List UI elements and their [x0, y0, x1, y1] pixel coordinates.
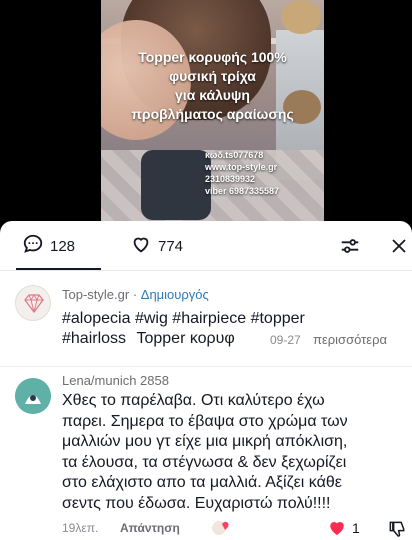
- comment-like-button[interactable]: 1: [328, 519, 360, 536]
- caption-hashtags: #alopecia #wig #hairpiece #topper: [62, 307, 407, 330]
- hashtag-hairloss[interactable]: #hairloss: [62, 330, 126, 347]
- caption-author-line: Top-style.gr · Δημιουργός: [62, 287, 209, 302]
- hashtags-line[interactable]: #alopecia #wig #hairpiece #topper: [62, 307, 407, 330]
- contact-line: viber 6987335587: [205, 186, 280, 196]
- divider: [0, 366, 412, 367]
- see-more-link[interactable]: περισσότερα: [313, 332, 387, 347]
- overlay-line: Topper κορυφής 100%: [138, 49, 287, 65]
- sliders-icon[interactable]: [337, 233, 363, 259]
- close-icon[interactable]: [386, 233, 412, 259]
- comment-like-count: 1: [352, 519, 360, 536]
- comment-line: τα έλουσα, τα στέγνωσα & δεν ξεχωρίζει: [62, 453, 347, 471]
- contact-line: www.top-style.gr: [205, 162, 278, 172]
- contact-line: κωδ.ts077678: [205, 150, 264, 160]
- comment-bubble-icon: [22, 233, 44, 259]
- sheet-tabs: 128 774: [0, 221, 412, 271]
- comments-sheet: 128 774 Top-style.gr · Δημιουργός #alope…: [0, 221, 412, 540]
- creator-caption: Top-style.gr · Δημιουργός #alopecia #wig…: [0, 283, 412, 369]
- overlay-line: προβλήματος αραίωσης: [131, 106, 294, 122]
- comment-line: Χθες το παρέλαβα. Οτι καλύτερο έχω: [62, 392, 325, 409]
- contact-line: 2310839932: [205, 174, 256, 184]
- video-player[interactable]: Topper κορυφής 100% φυσική τρίχα για κάλ…: [0, 0, 412, 224]
- comment-text: Χθες το παρέλαβα. Οτι καλύτερο έχω παρει…: [62, 391, 407, 514]
- caption-line-2: #hairloss Topper κορυφ 09-27 περισσότερα: [62, 330, 407, 348]
- comment-item: Lena/munich 2858 Χθες το παρέλαβα. Οτι κ…: [0, 373, 412, 540]
- comment-meta: 19λεπ. Απάντηση 1: [62, 519, 412, 539]
- creator-avatar[interactable]: [15, 285, 51, 321]
- comment-line: στο ελάχιστο απο τα μαλλιά. Αξίζει κάθε: [62, 474, 342, 491]
- heart-filled-icon: [330, 522, 344, 535]
- commenter-avatar[interactable]: [15, 378, 51, 414]
- caption-date: 09-27: [270, 333, 301, 347]
- heart-outline-icon: [130, 233, 152, 259]
- tab-comments[interactable]: 128: [22, 221, 75, 271]
- comments-count: 128: [50, 237, 76, 255]
- video-overlay-text: Topper κορυφής 100% φυσική τρίχα για κάλ…: [101, 48, 324, 124]
- comment-time: 19λεπ.: [62, 521, 99, 535]
- comment-line: παρει. Σημερα το έβαψα στο χρώμα των: [62, 412, 348, 430]
- creator-liked-icon: [210, 518, 232, 538]
- creator-badge: Δημιουργός: [140, 287, 209, 302]
- reply-button[interactable]: Απάντηση: [120, 521, 180, 535]
- dislike-icon[interactable]: [387, 519, 407, 540]
- likes-count: 774: [158, 237, 184, 255]
- caption-text-truncated: Topper κορυφ: [136, 330, 235, 347]
- comment-line: μαλλιών μου γτ είχε μια μικρή απόκλιση,: [62, 433, 348, 450]
- comment-line: σεντς που έδωσα. Ευχαριστώ πολύ!!!!: [62, 494, 331, 512]
- tab-likes[interactable]: 774: [130, 221, 183, 271]
- video-contact-info: κωδ.ts077678 www.top-style.gr 2310839932…: [205, 149, 320, 197]
- creator-name[interactable]: Top-style.gr: [62, 287, 129, 302]
- caption-separator: ·: [129, 287, 141, 302]
- commenter-name[interactable]: Lena/munich 2858: [62, 373, 169, 388]
- overlay-line: φυσική τρίχα: [169, 68, 256, 84]
- overlay-line: για κάλυψη: [175, 87, 250, 103]
- active-tab-indicator: [16, 268, 101, 270]
